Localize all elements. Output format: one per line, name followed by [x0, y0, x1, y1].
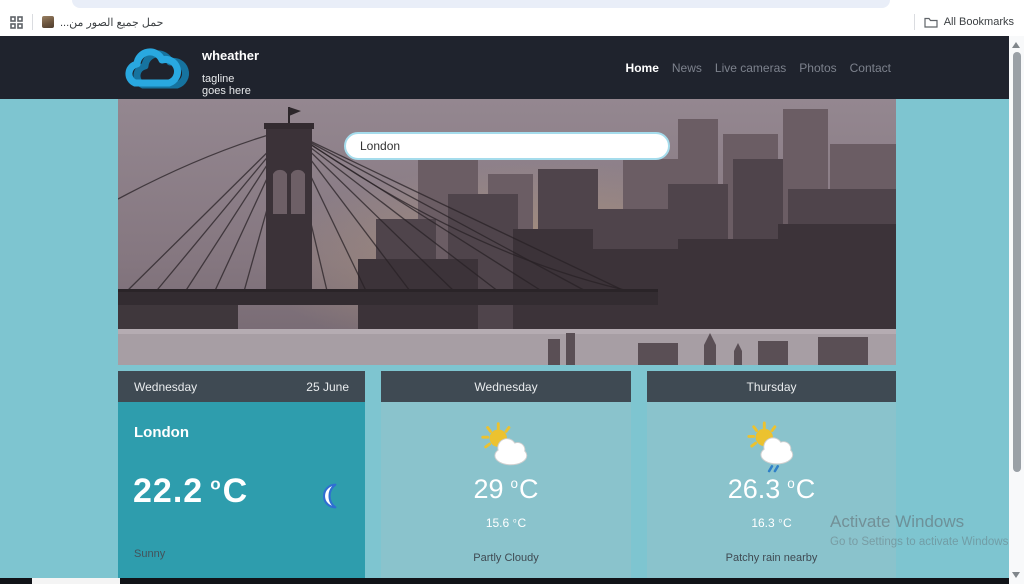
nav-link-contact[interactable]: Contact — [850, 61, 891, 75]
weather-card-wednesday: Wednesday 29 oC 15.6 oC Partly Cloudy — [381, 371, 631, 584]
sun-rain-icon — [743, 420, 801, 479]
nav-link-home[interactable]: Home — [626, 61, 659, 75]
page-scrollbar[interactable] — [1009, 36, 1024, 584]
nav-menu: Home News Live cameras Photos Contact — [626, 36, 891, 99]
bookmarks-separator — [32, 14, 33, 30]
city-search-input[interactable] — [344, 132, 670, 160]
card-day: Thursday — [746, 379, 797, 394]
scrollbar-thumb[interactable] — [1012, 52, 1021, 472]
card-header: Thursday — [647, 371, 896, 402]
card-header: Wednesday 25 June — [118, 371, 365, 402]
bookmarks-separator-right — [913, 14, 915, 30]
card-temperature: 29 oC — [473, 474, 539, 504]
bookmark-label: حمل جميع الصور من... — [60, 16, 164, 29]
nav-link-live-cameras[interactable]: Live cameras — [715, 61, 786, 75]
sun-cloud-icon — [477, 420, 535, 473]
card-condition: Patchy rain nearby — [725, 552, 818, 564]
taskbar-search-sliver — [32, 578, 120, 584]
card-day: Wednesday — [474, 379, 538, 394]
folder-icon — [924, 16, 938, 28]
card-temperature: 26.3 oC — [727, 474, 816, 504]
bookmark-item[interactable]: حمل جميع الصور من... — [42, 16, 163, 29]
scroll-up-arrow-icon[interactable] — [1012, 42, 1020, 48]
site-title: wheather — [202, 48, 260, 63]
scroll-down-arrow-icon[interactable] — [1012, 572, 1020, 578]
bookmark-favicon — [42, 16, 54, 28]
all-bookmarks-button[interactable]: All Bookmarks — [924, 16, 1014, 28]
card-day: Wednesday — [134, 379, 198, 394]
browser-chrome: حمل جميع الصور من... All Bookmarks — [0, 0, 1024, 36]
card-city: London — [134, 424, 189, 441]
card-date: 25 June — [306, 379, 349, 394]
taskbar-strip — [0, 578, 1009, 584]
weather-card-thursday: Thursday 26.3 oC 16.3 oC Patchy rain nea… — [647, 371, 896, 584]
weather-card-today: Wednesday 25 June London 22.2 oC Sunny — [118, 371, 365, 584]
card-condition: Partly Cloudy — [473, 552, 539, 564]
nav-link-news[interactable]: News — [672, 61, 702, 75]
card-temperature: 22.2 oC — [133, 472, 249, 510]
site-tagline: tagline goes here — [202, 73, 251, 97]
address-bar[interactable] — [72, 0, 890, 8]
apps-grid-icon[interactable] — [10, 15, 23, 29]
card-condition: Sunny — [134, 548, 166, 560]
card-low-temperature: 16.3 oC — [751, 516, 792, 530]
cloud-icon — [125, 48, 189, 89]
card-low-temperature: 15.6 oC — [485, 516, 527, 530]
card-header: Wednesday — [381, 371, 631, 402]
bookmarks-bar: حمل جميع الصور من... All Bookmarks — [0, 8, 1024, 36]
site-logo[interactable]: wheather tagline goes here — [118, 40, 259, 99]
all-bookmarks-label: All Bookmarks — [943, 16, 1014, 28]
nav-link-photos[interactable]: Photos — [799, 61, 836, 75]
moon-icon — [317, 482, 345, 510]
